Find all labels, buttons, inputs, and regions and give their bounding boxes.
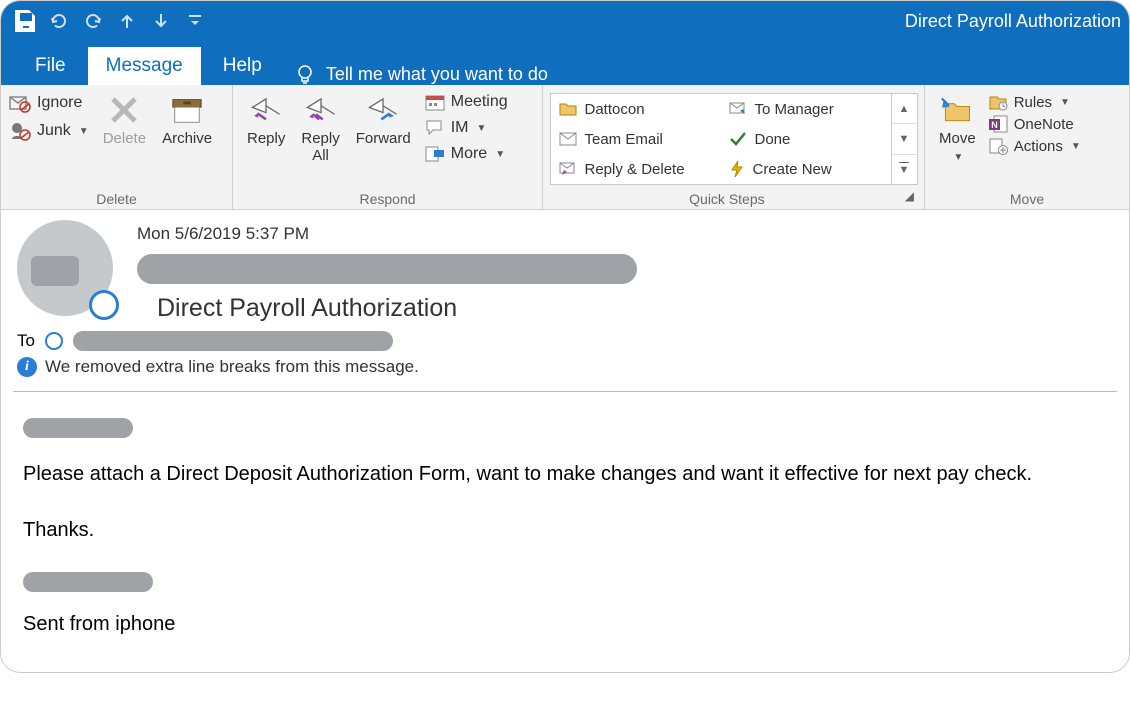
delete-icon: [107, 93, 141, 127]
junk-icon: [9, 121, 31, 141]
next-item-button[interactable]: [151, 11, 171, 31]
archive-button[interactable]: Archive: [154, 89, 220, 148]
info-icon: i: [17, 357, 37, 377]
recipients-row: To: [17, 323, 1113, 351]
prev-item-button[interactable]: [117, 11, 137, 31]
window-title: Direct Payroll Authorization: [905, 11, 1121, 32]
quick-access-toolbar: [9, 11, 205, 31]
quickstep-to-manager[interactable]: To Manager: [721, 94, 891, 124]
ribbon-group-delete: Ignore Junk▼ Delete: [1, 85, 233, 209]
check-icon: [729, 131, 747, 147]
actions-button[interactable]: Actions▼: [988, 137, 1081, 155]
message-datetime: Mon 5/6/2019 5:37 PM: [137, 220, 1113, 244]
move-folder-icon: [940, 93, 974, 127]
delete-button[interactable]: Delete: [95, 89, 154, 148]
tab-help[interactable]: Help: [205, 47, 280, 85]
im-icon: [425, 119, 445, 137]
reply-all-button[interactable]: Reply All: [293, 89, 347, 164]
calendar-icon: [425, 93, 445, 111]
quickstep-team-email[interactable]: Team Email: [551, 124, 721, 154]
group-label-respond: Respond: [239, 189, 536, 207]
quickstep-create-new[interactable]: Create New: [721, 154, 891, 184]
redo-button[interactable]: [83, 11, 103, 31]
quickstep-done[interactable]: Done: [721, 124, 891, 154]
signature-name-redacted: [23, 572, 153, 592]
greeting-redacted: [23, 418, 133, 438]
title-bar: Direct Payroll Authorization: [1, 1, 1129, 41]
message-header: Mon 5/6/2019 5:37 PM Direct Payroll Auth…: [1, 210, 1129, 391]
onenote-icon: N: [988, 115, 1008, 133]
message-body: Please attach a Direct Deposit Authoriza…: [1, 392, 1129, 672]
body-paragraph-1: Please attach a Direct Deposit Authoriza…: [23, 460, 1107, 488]
menu-bar: File Message Help Tell me what you want …: [1, 41, 1129, 85]
junk-button[interactable]: Junk▼: [9, 121, 89, 141]
meeting-button[interactable]: Meeting: [425, 93, 508, 111]
actions-icon: [988, 137, 1008, 155]
gallery-more-button[interactable]: ▼: [892, 155, 917, 184]
ribbon-group-move: Move▼ Rules▼ N OneNote Actions▼: [925, 85, 1129, 209]
gallery-up-button[interactable]: ▲: [892, 94, 917, 124]
tell-me-search[interactable]: Tell me what you want to do: [294, 63, 548, 85]
reply-button[interactable]: Reply: [239, 89, 293, 148]
ribbon: Ignore Junk▼ Delete: [1, 85, 1129, 210]
reply-all-icon: [304, 93, 338, 127]
more-icon: [425, 145, 445, 163]
more-respond-button[interactable]: More▼: [425, 145, 508, 163]
recipient-name-redacted: [73, 331, 393, 351]
tell-me-label: Tell me what you want to do: [326, 64, 548, 85]
quickstep-dattocon[interactable]: Dattocon: [551, 94, 721, 124]
im-button[interactable]: IM▼: [425, 119, 508, 137]
onenote-button[interactable]: N OneNote: [988, 115, 1081, 133]
lightning-icon: [729, 160, 745, 178]
ignore-icon: [9, 93, 31, 113]
signature-line: Sent from iphone: [23, 610, 1107, 638]
reply-delete-icon: [559, 162, 577, 176]
reply-icon: [249, 93, 283, 127]
rules-button[interactable]: Rules▼: [988, 93, 1081, 111]
customize-qat-button[interactable]: [185, 11, 205, 31]
tab-message[interactable]: Message: [88, 47, 201, 85]
body-paragraph-2: Thanks.: [23, 516, 1107, 544]
move-button[interactable]: Move▼: [931, 89, 984, 164]
rules-icon: [988, 93, 1008, 111]
info-bar: i We removed extra line breaks from this…: [17, 351, 1113, 385]
sender-name-redacted: [137, 254, 637, 284]
archive-icon: [170, 93, 204, 127]
gallery-scroll: ▲ ▼ ▼: [891, 94, 917, 184]
group-label-move: Move: [931, 189, 1123, 207]
message-subject: Direct Payroll Authorization: [157, 294, 1113, 323]
ignore-button[interactable]: Ignore: [9, 93, 89, 113]
forward-icon: [366, 93, 400, 127]
group-label-quicksteps: Quick Steps: [549, 189, 905, 207]
ribbon-group-quicksteps: Dattocon To Manager ▲ ▼ ▼ Team Email: [543, 85, 925, 209]
svg-text:N: N: [991, 120, 998, 130]
forward-button[interactable]: Forward: [348, 89, 419, 148]
to-label: To: [17, 331, 35, 351]
undo-button[interactable]: [49, 11, 69, 31]
group-label-delete: Delete: [7, 189, 226, 207]
presence-indicator: [89, 290, 119, 320]
mail-icon: [559, 132, 577, 146]
quicksteps-launcher[interactable]: ◢: [905, 189, 918, 207]
tab-file[interactable]: File: [17, 47, 84, 85]
gallery-down-button[interactable]: ▼: [892, 124, 917, 154]
sender-avatar: [17, 220, 113, 316]
save-button[interactable]: [15, 11, 35, 31]
quicksteps-gallery: Dattocon To Manager ▲ ▼ ▼ Team Email: [550, 93, 918, 185]
folder-icon: [559, 101, 577, 117]
lightbulb-icon: [294, 63, 316, 85]
recipient-presence-icon: [45, 332, 63, 350]
ribbon-group-respond: Reply Reply All Forward: [233, 85, 543, 209]
outlook-window: Direct Payroll Authorization File Messag…: [0, 0, 1130, 673]
info-bar-text: We removed extra line breaks from this m…: [45, 357, 419, 377]
mail-forward-icon: [729, 102, 747, 116]
quickstep-reply-delete[interactable]: Reply & Delete: [551, 154, 721, 184]
